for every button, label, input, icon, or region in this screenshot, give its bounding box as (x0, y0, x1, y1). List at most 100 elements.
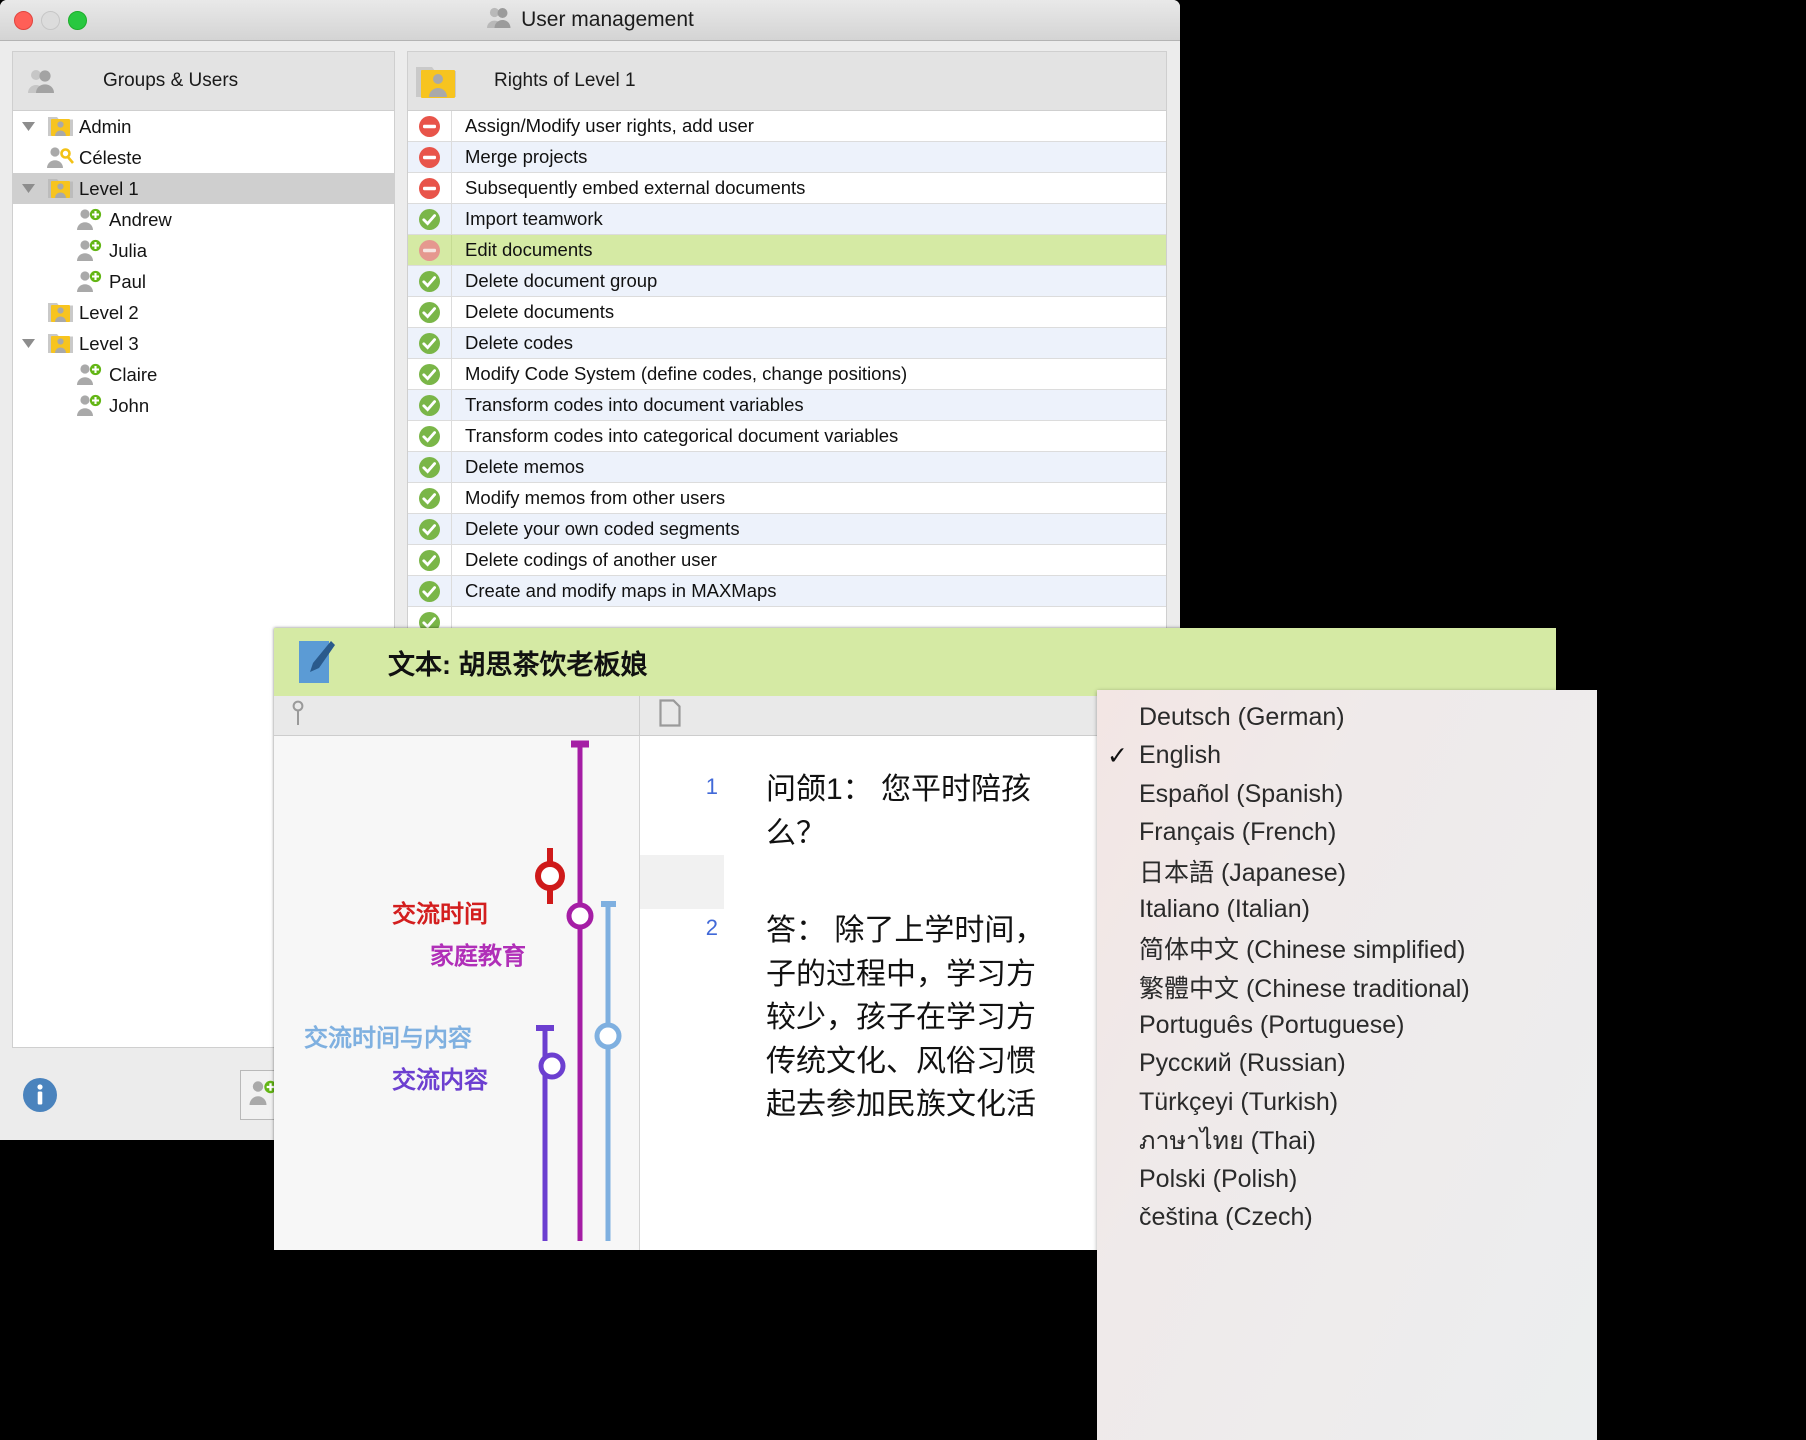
rights-row[interactable]: Delete your own coded segments (408, 514, 1166, 545)
zoom-button[interactable] (68, 11, 87, 30)
tree-item-label: Julia (109, 239, 148, 261)
tree-item-paul[interactable]: Paul (13, 266, 394, 297)
rights-row[interactable]: Delete codings of another user (408, 545, 1166, 576)
rights-row[interactable]: Import teamwork (408, 204, 1166, 235)
tree-item-level-1[interactable]: Level 1 (13, 173, 394, 204)
user-add-icon (73, 394, 107, 417)
tree-item-label: Claire (109, 363, 158, 385)
language-menu-item-label: Türkçeyi (Turkish) (1139, 1087, 1339, 1116)
language-menu-item-label: Русский (Russian) (1139, 1049, 1346, 1078)
check-circle-icon[interactable] (408, 576, 452, 606)
tree-item-level-2[interactable]: Level 2 (13, 297, 394, 328)
language-menu-item-chinese-simplified[interactable]: 简体中文 (Chinese simplified) (1097, 929, 1597, 968)
line-number: 2 (705, 915, 718, 940)
rights-row[interactable]: Modify memos from other users (408, 483, 1166, 514)
tree-item-celeste[interactable]: Céleste (13, 142, 394, 173)
users-icon (13, 69, 69, 94)
deny-circle-icon[interactable] (408, 235, 452, 265)
chevron-down-icon[interactable] (13, 121, 43, 132)
rights-row[interactable]: Transform codes into categorical documen… (408, 421, 1166, 452)
rights-row-label: Modify memos from other users (465, 487, 726, 508)
check-circle-icon[interactable] (408, 452, 452, 482)
check-circle-icon[interactable] (408, 390, 452, 420)
rights-row-label: Create and modify maps in MAXMaps (465, 580, 777, 601)
window-title-text: User management (521, 8, 694, 31)
coding-stripes-column[interactable]: 交流时间 家庭教育 交流时间与内容 交流内容 (274, 736, 640, 1250)
language-menu-item-label: 繁體中文 (Chinese traditional) (1139, 974, 1470, 1003)
rights-row-label: Delete codings of another user (465, 549, 717, 570)
rights-row[interactable]: Modify Code System (define codes, change… (408, 359, 1166, 390)
paragraph-text: 答： 除了上学时间， 子的过程中，学习方 较少，孩子在学习方 传统文化、风俗习惯… (766, 914, 1045, 1121)
chevron-down-icon[interactable] (13, 183, 43, 194)
user-add-icon (73, 208, 107, 231)
minimize-button[interactable] (41, 11, 60, 30)
rights-row[interactable]: Transform codes into document variables (408, 390, 1166, 421)
check-circle-icon[interactable] (408, 483, 452, 513)
tree-item-claire[interactable]: Claire (13, 359, 394, 390)
rights-row[interactable]: Delete memos (408, 452, 1166, 483)
language-menu-item-turkish[interactable]: Türkçeyi (Turkish) (1097, 1083, 1597, 1122)
document-page-icon (659, 699, 681, 732)
language-menu-item-label: Polski (Polish) (1139, 1164, 1298, 1193)
deny-circle-icon[interactable] (408, 142, 452, 172)
language-menu-item-english[interactable]: ✓ English (1097, 737, 1597, 776)
paragraph-text: 问颌1： 您平时陪孩 么？ (766, 773, 1032, 850)
tree-item-level-3[interactable]: Level 3 (13, 328, 394, 359)
language-menu-item-russian[interactable]: Русский (Russian) (1097, 1045, 1597, 1084)
code-label[interactable]: 交流内容 (392, 1060, 488, 1095)
check-circle-icon[interactable] (408, 514, 452, 544)
tree-item-admin[interactable]: Admin (13, 111, 394, 142)
chevron-down-icon[interactable] (13, 338, 43, 349)
tree-item-label: Andrew (109, 208, 172, 230)
tree-item-andrew[interactable]: Andrew (13, 204, 394, 235)
user-key-icon (43, 146, 77, 169)
tree-item-john[interactable]: John (13, 390, 394, 421)
check-circle-icon[interactable] (408, 328, 452, 358)
language-menu-item-polish[interactable]: Polski (Polish) (1097, 1160, 1597, 1199)
rights-row[interactable]: Create and modify maps in MAXMaps (408, 576, 1166, 607)
check-circle-icon[interactable] (408, 421, 452, 451)
rights-row-label: Subsequently embed external documents (465, 177, 806, 198)
rights-row-label: Import teamwork (465, 208, 603, 229)
rights-row[interactable]: Merge projects (408, 142, 1166, 173)
check-circle-icon[interactable] (408, 545, 452, 575)
language-menu-item-chinese-traditional[interactable]: 繁體中文 (Chinese traditional) (1097, 968, 1597, 1007)
info-circle-icon[interactable] (22, 1077, 58, 1113)
code-label[interactable]: 交流时间 (392, 894, 488, 929)
rights-row[interactable]: Delete document group (408, 266, 1166, 297)
rights-row-label: Transform codes into document variables (465, 394, 804, 415)
close-button[interactable] (14, 11, 33, 30)
language-menu-item-german[interactable]: Deutsch (German) (1097, 698, 1597, 737)
traffic-light-buttons[interactable] (14, 11, 87, 30)
language-menu-item-portuguese[interactable]: Português (Portuguese) (1097, 1006, 1597, 1045)
rights-row-selected[interactable]: Edit documents (408, 235, 1166, 266)
language-menu-item-japanese[interactable]: 日本語 (Japanese) (1097, 852, 1597, 891)
check-circle-icon[interactable] (408, 266, 452, 296)
group-folder-icon (43, 301, 77, 324)
language-menu-item-czech[interactable]: čeština (Czech) (1097, 1199, 1597, 1238)
groups-users-header: Groups & Users (12, 51, 395, 111)
deny-circle-icon[interactable] (408, 173, 452, 203)
language-dropdown-menu[interactable]: Deutsch (German) ✓ English Español (Span… (1097, 690, 1597, 1440)
tree-item-label: Level 2 (79, 301, 139, 323)
language-menu-item-italian[interactable]: Italiano (Italian) (1097, 891, 1597, 930)
tree-item-julia[interactable]: Julia (13, 235, 394, 266)
code-label[interactable]: 家庭教育 (430, 936, 526, 971)
tree-item-label: Admin (79, 115, 132, 137)
language-menu-item-spanish[interactable]: Español (Spanish) (1097, 775, 1597, 814)
language-menu-item-french[interactable]: Français (French) (1097, 814, 1597, 853)
rights-row[interactable]: Assign/Modify user rights, add user (408, 111, 1166, 142)
check-circle-icon[interactable] (408, 204, 452, 234)
rights-row[interactable]: Subsequently embed external documents (408, 173, 1166, 204)
deny-circle-icon[interactable] (408, 111, 452, 141)
user-add-icon (73, 270, 107, 293)
check-circle-icon[interactable] (408, 297, 452, 327)
group-folder-icon (408, 61, 464, 101)
rights-row[interactable]: Delete documents (408, 297, 1166, 328)
language-menu-item-label: Italiano (Italian) (1139, 895, 1310, 924)
window-title: User management (486, 7, 694, 34)
language-menu-item-thai[interactable]: ภาษาไทย (Thai) (1097, 1122, 1597, 1161)
rights-row[interactable]: Delete codes (408, 328, 1166, 359)
check-circle-icon[interactable] (408, 359, 452, 389)
code-label[interactable]: 交流时间与内容 (304, 1018, 472, 1053)
